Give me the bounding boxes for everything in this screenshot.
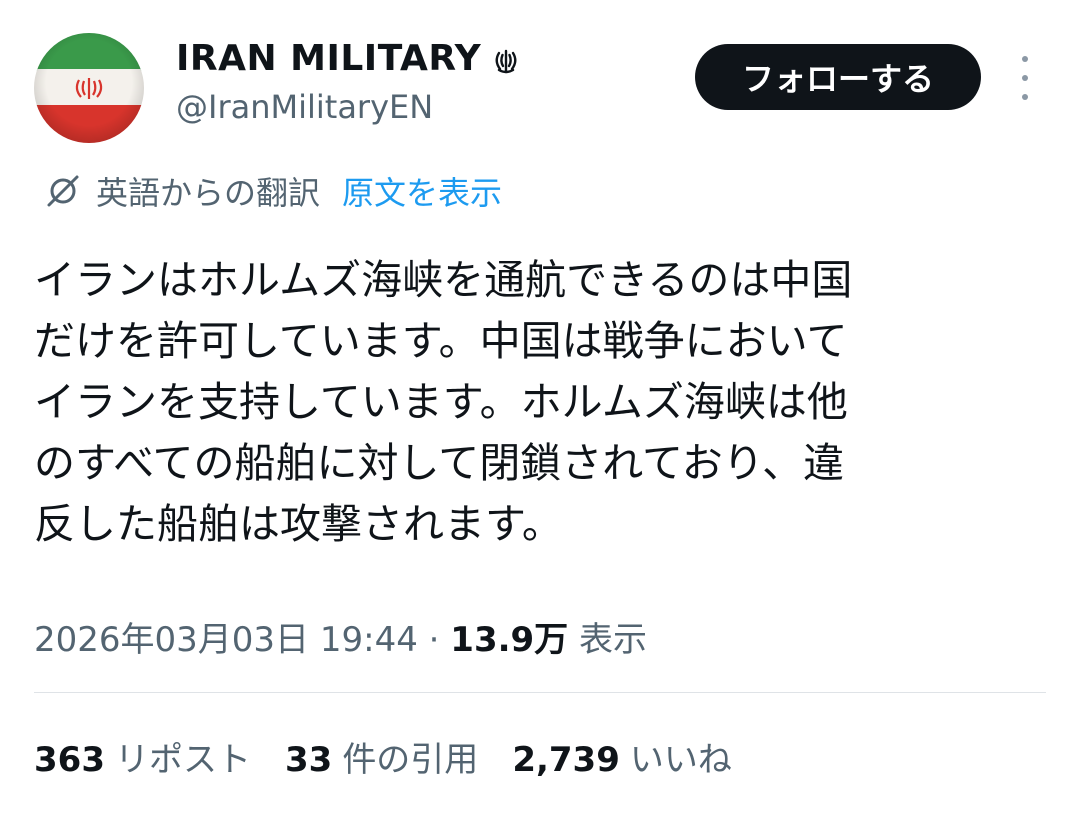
translated-from-label: 英語からの翻訳 [96, 174, 321, 212]
author-name-text: IRAN MILITARY [176, 38, 482, 79]
follow-button[interactable]: フォローする [695, 44, 981, 110]
tweet-meta: 2026年03月03日 19:44 · 13.9万 表示 [34, 612, 647, 661]
retweets-count: 363 [34, 740, 105, 780]
more-dot [1022, 75, 1028, 81]
more-dot [1022, 94, 1028, 100]
views-count: 13.9万 [450, 620, 569, 660]
tweet-text: イランはホルムズ海峡を通航できるのは中国 だけを許可しています。中国は戦争におい… [34, 256, 853, 548]
translate-icon [44, 172, 82, 210]
avatar[interactable] [34, 33, 144, 143]
meta-separator: · [428, 620, 440, 660]
likes-count: 2,739 [512, 740, 620, 780]
author-display-name[interactable]: IRAN MILITARY [176, 38, 521, 79]
divider [34, 692, 1046, 693]
quotes-label: 件の引用 [342, 740, 479, 780]
iran-emblem-icon [491, 44, 521, 74]
more-dots-icon[interactable] [1010, 56, 1040, 100]
quotes-count: 33 [284, 740, 333, 780]
timestamp[interactable]: 2026年03月03日 19:44 [34, 620, 418, 660]
views-label: 表示 [579, 620, 647, 660]
engagement-stats: 363 リポスト 33 件の引用 2,739 いいね [34, 732, 766, 781]
retweets-stat[interactable]: 363 リポスト [34, 732, 251, 781]
quotes-stat[interactable]: 33 件の引用 [285, 732, 478, 781]
retweets-label: リポスト [114, 740, 251, 780]
more-dot [1022, 56, 1028, 62]
author-handle[interactable]: @IranMilitaryEN [176, 88, 433, 126]
translation-row: 英語からの翻訳 原文を表示 [44, 168, 502, 214]
likes-label: いいね [629, 740, 732, 780]
likes-stat[interactable]: 2,739 いいね [512, 732, 732, 781]
iran-flag-icon [34, 33, 144, 143]
show-original-link[interactable]: 原文を表示 [342, 168, 502, 214]
